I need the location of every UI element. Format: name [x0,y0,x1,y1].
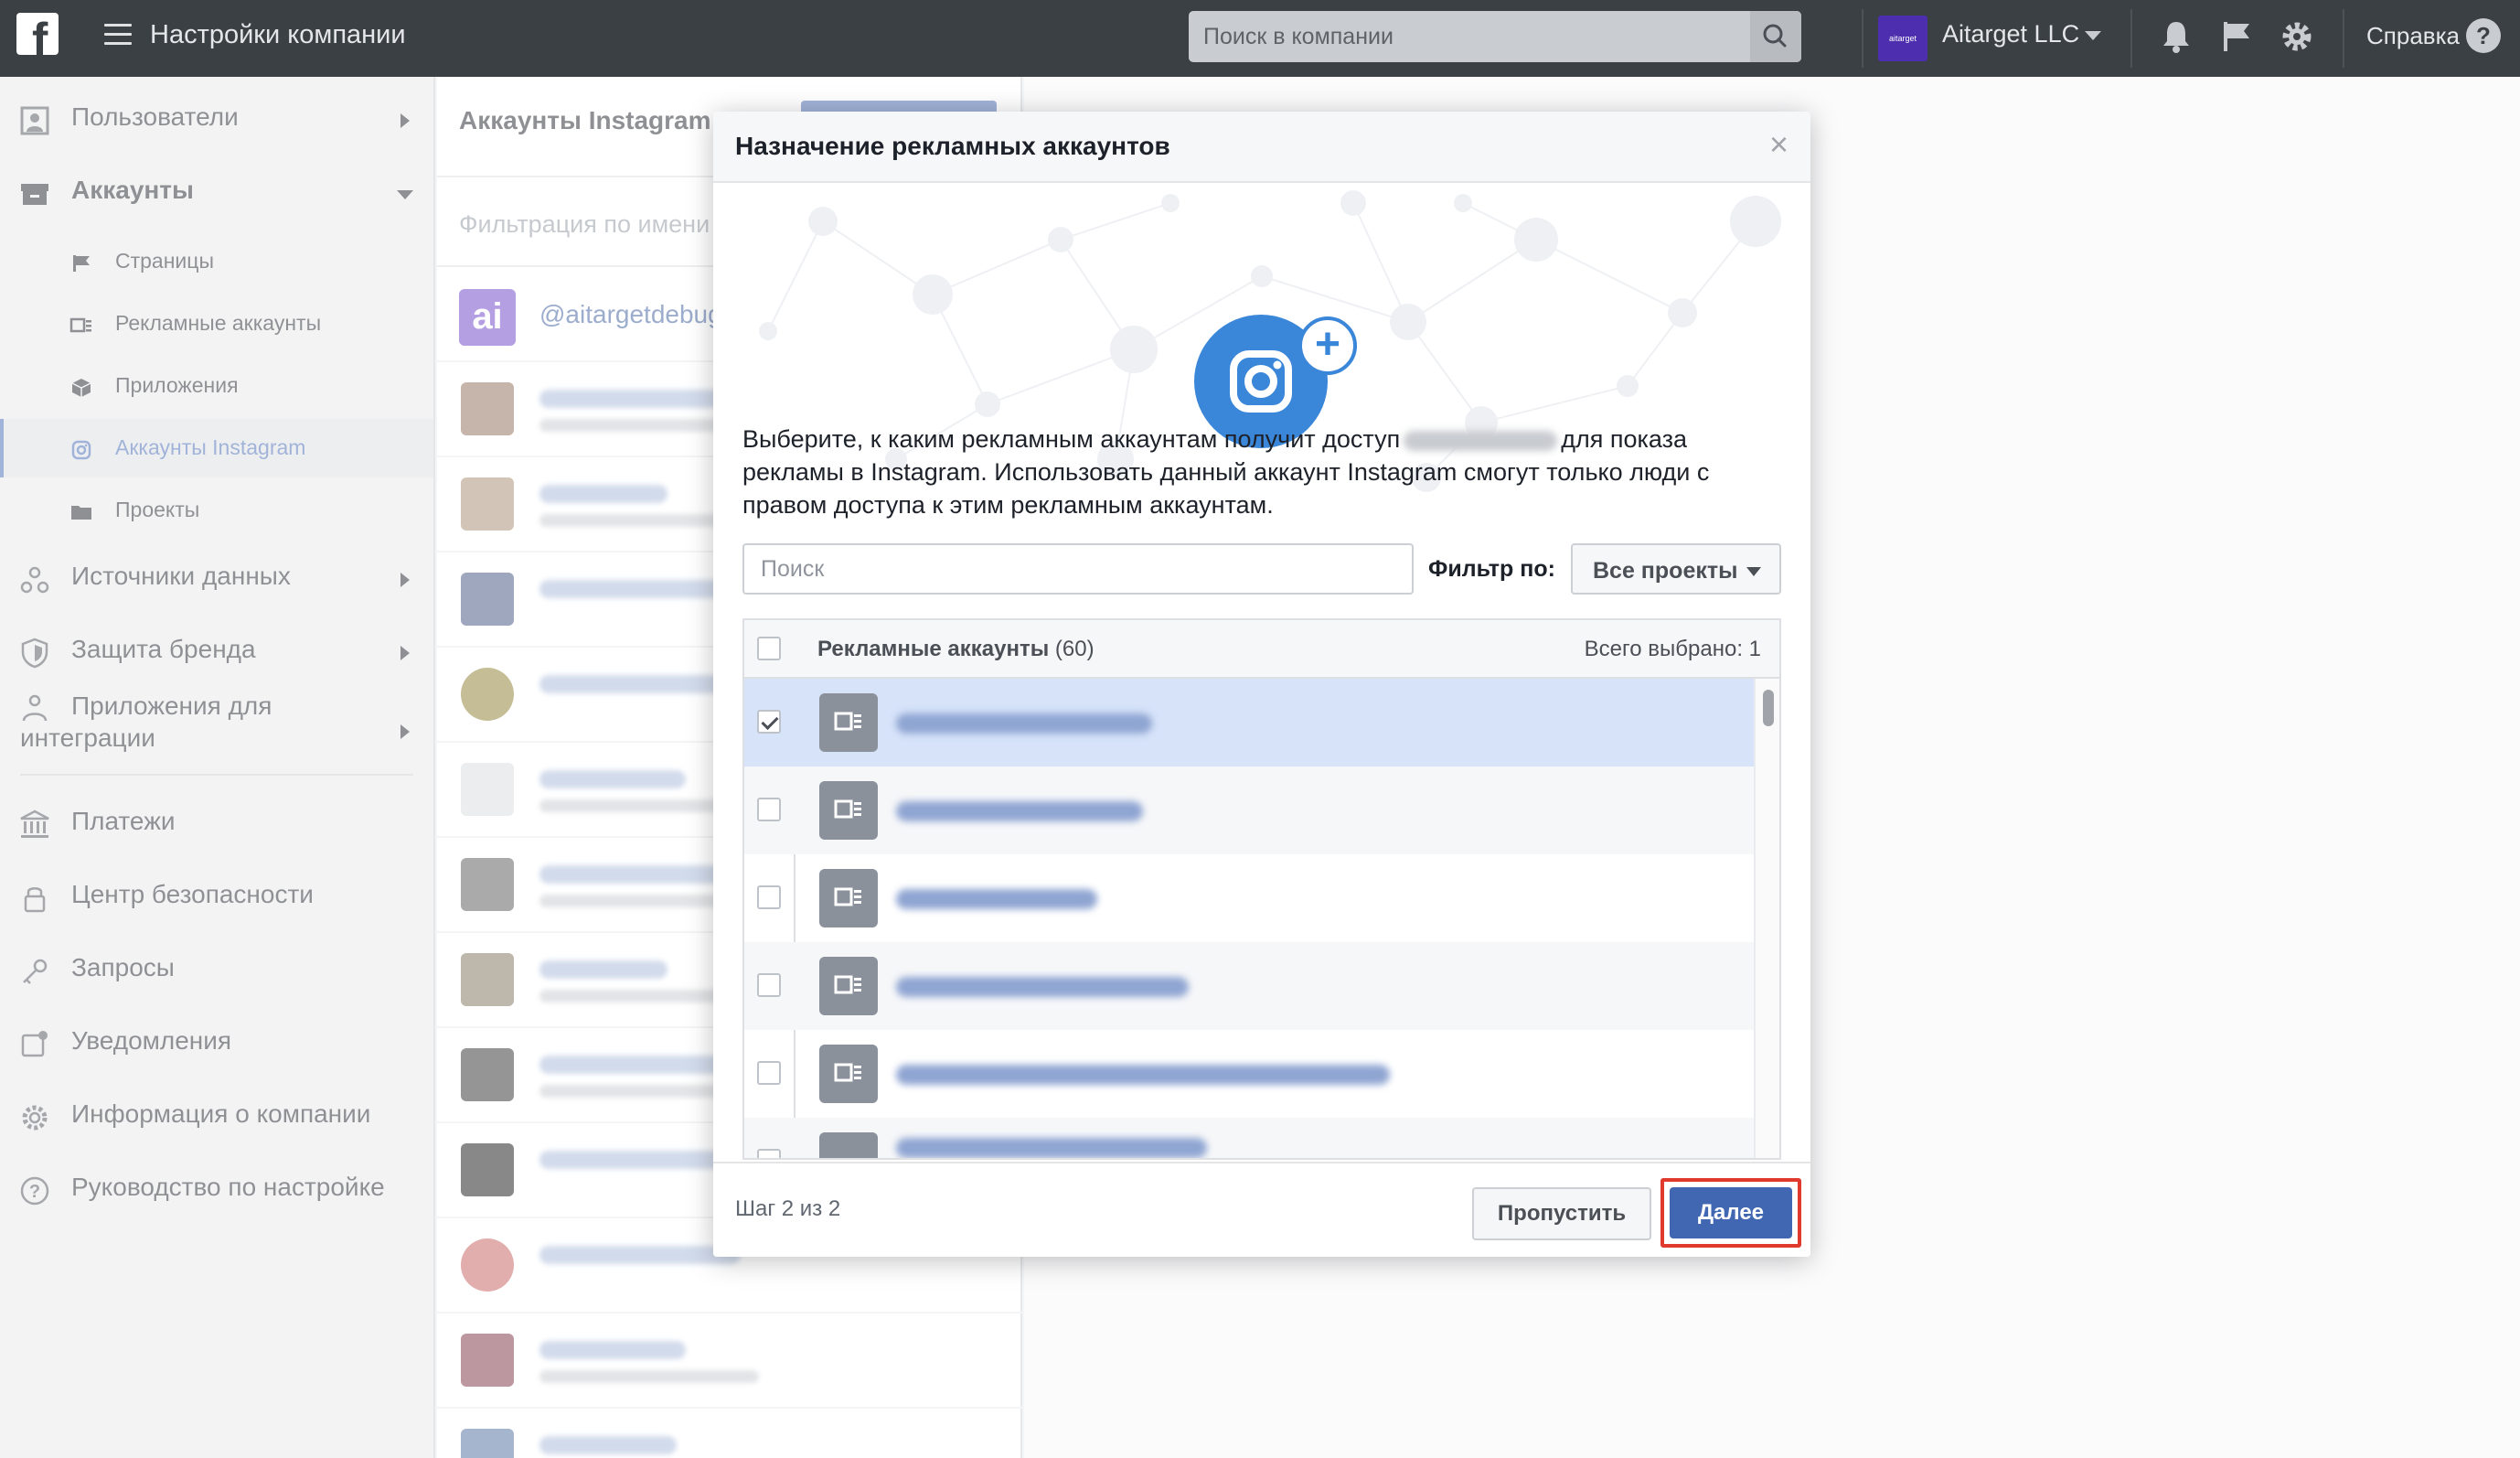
skip-button[interactable]: Пропустить [1472,1187,1651,1240]
table-row[interactable] [744,679,1754,767]
next-button[interactable]: Далее [1670,1187,1792,1238]
company-search [1189,11,1801,62]
divider [1862,9,1863,68]
search-icon [1763,24,1787,48]
ad-accounts-search-input[interactable] [742,543,1414,595]
chevron-down-icon[interactable] [2085,31,2101,40]
scrollbar-thumb[interactable] [1763,690,1774,726]
ad-account-icon [819,869,878,927]
table-row[interactable] [744,942,1754,1030]
table-row[interactable] [744,854,1754,942]
row-checkbox[interactable] [757,710,781,734]
divider [2130,9,2132,68]
dialog-description: Выберите, к каким рекламным аккаунтам по… [742,425,1710,519]
project-filter-select[interactable]: Все проекты [1571,543,1781,595]
dialog-title: Назначение рекламных аккаунтов [735,132,1170,160]
redacted-account-name [896,801,1143,821]
table-header: Рекламные аккаунты (60) Всего выбрано: 1 [744,620,1779,679]
row-checkbox[interactable] [757,885,781,909]
top-bar: f Настройки компании aitarget Aitarget L… [0,0,2520,77]
row-checkbox[interactable] [757,973,781,997]
filter-value: Все проекты [1593,558,1738,584]
ad-account-icon [819,781,878,840]
bell-icon[interactable] [2156,16,2196,57]
dialog-footer: Шаг 2 из 2 Пропустить Далее [713,1162,1810,1257]
ad-account-icon [819,1132,878,1158]
redacted-account-name [896,977,1189,997]
redacted-account-name [896,713,1152,734]
ad-account-icon [819,693,878,752]
row-checkbox[interactable] [757,1061,781,1085]
column-header: Рекламные аккаунты (60) [817,637,1094,661]
row-checkbox[interactable] [757,1149,781,1158]
filter-label: Фильтр по: [1428,556,1555,582]
search-button[interactable] [1750,11,1801,62]
company-search-input[interactable] [1189,11,1785,62]
row-checkbox[interactable] [757,798,781,821]
ad-account-icon [819,1045,878,1103]
help-icon[interactable]: ? [2466,18,2501,53]
table-row[interactable] [744,767,1754,854]
ad-accounts-table: Рекламные аккаунты (60) Всего выбрано: 1 [742,618,1781,1160]
redacted-account-name [896,1138,1207,1158]
menu-icon[interactable] [104,24,132,46]
company-logo[interactable]: aitarget [1878,16,1927,61]
step-indicator: Шаг 2 из 2 [735,1196,841,1221]
page-title: Настройки компании [150,20,406,49]
table-row[interactable] [744,1118,1754,1158]
table-scrollbar[interactable] [1754,679,1779,1158]
gear-icon[interactable] [2277,16,2317,57]
divider [2343,9,2344,68]
chevron-down-icon [1746,567,1761,576]
select-all-checkbox[interactable] [757,637,781,660]
help-link[interactable]: Справка [2366,22,2460,50]
facebook-logo-icon[interactable]: f [16,13,59,55]
flag-icon[interactable] [2216,16,2257,57]
company-switcher[interactable]: Aitarget LLC [1942,20,2079,48]
redacted-account-name [896,889,1097,909]
redacted-account-name [1404,430,1558,451]
assign-ad-accounts-dialog: Назначение рекламных аккаунтов × + Выбер… [713,112,1810,1257]
ad-account-icon [819,957,878,1015]
plus-icon: + [1298,316,1357,375]
redacted-account-name [896,1065,1390,1085]
close-icon[interactable]: × [1769,128,1789,161]
selected-count: Всего выбрано: 1 [1584,637,1761,661]
dialog-header: Назначение рекламных аккаунтов × [713,112,1810,183]
table-row[interactable] [744,1030,1754,1118]
